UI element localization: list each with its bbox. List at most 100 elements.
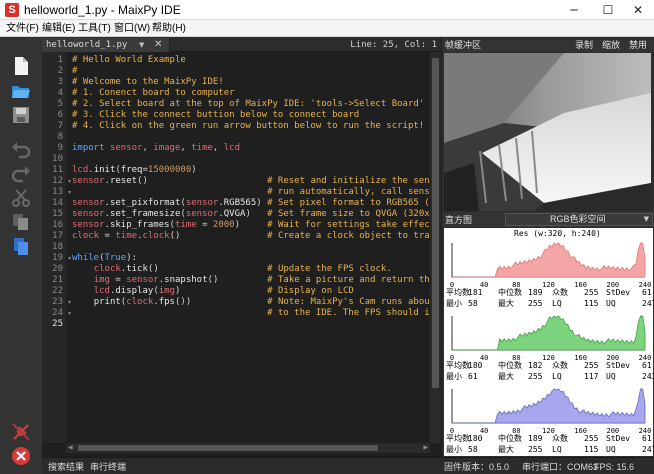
code-line[interactable]: clock.tick() # Update the FPS clock. (72, 264, 392, 275)
save-icon[interactable] (11, 105, 31, 125)
menu-edit[interactable]: 编辑(E) (42, 22, 75, 35)
line-number: 4 (57, 88, 63, 98)
line-number: 10 (52, 154, 63, 164)
paste-icon[interactable] (11, 236, 31, 256)
stat-lq: 117 (584, 372, 599, 381)
zoom-button[interactable]: 缩放 (602, 39, 620, 51)
connect-icon[interactable] (11, 422, 31, 442)
undo-icon[interactable] (11, 140, 31, 160)
menu-help[interactable]: 帮助(H) (152, 22, 186, 35)
code-line[interactable]: # to the IDE. The FPS should increase on… (72, 308, 429, 319)
stat-median-label: 中位数 (498, 361, 522, 370)
code-line[interactable]: sensor.set_pixformat(sensor.RGB565) # Se… (72, 198, 429, 209)
scroll-right-icon[interactable]: ▶ (423, 444, 428, 452)
stat-lq-label: LQ (552, 445, 562, 454)
code-line[interactable]: sensor.reset() # Reset and initialize th… (72, 176, 429, 187)
open-folder-icon[interactable] (11, 81, 31, 101)
stat-mean: 180 (468, 434, 483, 443)
copy-icon[interactable] (11, 212, 31, 232)
menu-tools[interactable]: 工具(T) (78, 22, 111, 35)
code-editor[interactable]: 1 2 3 4 5 6 7 8 9 10 11 12 13 14 15 16 17 18 19 20 21 22 23 24 2… (42, 52, 441, 457)
code-line[interactable]: # 1. Conenct board to computer (72, 88, 235, 99)
code-line[interactable]: img = sensor.snapshot() # Take a picture… (72, 275, 429, 286)
line-number: 11 (52, 165, 63, 175)
menu-file[interactable]: 文件(F) (6, 22, 39, 35)
ide-window: S helloworld_1.py - MaixPy IDE ─ ☐ ✕ 文件(… (0, 0, 654, 474)
search-results-tab[interactable]: 搜索结果 (48, 461, 84, 473)
histogram-chart: 0 40 80 120 160 200 240 (450, 315, 651, 362)
left-toolbar (0, 38, 42, 474)
code-line[interactable]: # 3. Click the connect buttion below to … (72, 110, 359, 121)
record-button[interactable]: 录制 (575, 39, 593, 51)
stat-median: 189 (528, 288, 543, 297)
horizontal-scrollbar-thumb[interactable] (78, 445, 378, 451)
stat-min-label: 最小 (446, 445, 462, 454)
code-line[interactable]: # run automatically, call sensor.run(0) … (72, 187, 429, 198)
stat-mean-label: 平均数 (446, 361, 470, 370)
tab-close-icon[interactable]: ✕ (154, 38, 162, 51)
line-number: 12 (52, 176, 63, 186)
status-bar: 搜索结果 串行终端 固件版本：0.5.0 串行端口：COM63 FPS: 15.… (42, 457, 654, 474)
vertical-scrollbar[interactable] (430, 52, 441, 443)
code-line[interactable]: while(True): (72, 253, 137, 264)
stat-mode: 255 (584, 288, 599, 297)
stat-mode-label: 众数 (552, 288, 568, 297)
code-line[interactable]: # 4. Click on the green run arrow button… (72, 121, 424, 132)
stat-min-label: 最小 (446, 372, 462, 381)
code-line[interactable]: # Welcome to the MaixPy IDE! (72, 77, 224, 88)
stat-stdev-label: StDev (606, 288, 631, 297)
minimize-button[interactable]: ─ (558, 0, 590, 20)
stat-median: 182 (528, 361, 543, 370)
stat-uq: 243 (642, 372, 654, 381)
code-line[interactable]: clock = time.clock() # Create a clock ob… (72, 231, 429, 242)
stat-mean: 180 (468, 361, 483, 370)
stat-min: 61 (468, 372, 478, 381)
editor-tab[interactable]: helloworld_1.py ▼ ✕ (42, 38, 170, 52)
line-number: 7 (57, 121, 63, 131)
line-number: 15 (52, 209, 63, 219)
title-bar: S helloworld_1.py - MaixPy IDE ─ ☐ ✕ (0, 0, 654, 20)
line-number: 13 (52, 187, 63, 197)
tab-dropdown-icon[interactable]: ▼ (139, 39, 144, 51)
code-line[interactable]: sensor.set_framesize(sensor.QVGA) # Set … (72, 209, 429, 220)
stop-icon[interactable] (11, 446, 31, 466)
cut-icon[interactable] (11, 188, 31, 208)
color-space-select[interactable]: RGB色彩空间 ▼ (505, 213, 653, 226)
code-line[interactable]: import sensor, image, time, lcd (72, 143, 240, 154)
stat-max-label: 最大 (498, 299, 514, 308)
stat-median-label: 中位数 (498, 434, 522, 443)
close-button[interactable]: ✕ (622, 0, 654, 20)
line-number: 9 (57, 143, 63, 153)
vertical-scrollbar-thumb[interactable] (432, 58, 439, 388)
line-number: 22 (52, 286, 63, 296)
code-line[interactable]: # 2. Select board at the top of MaixPy I… (72, 99, 424, 110)
cursor-position: Line: 25, Col: 1 (350, 40, 437, 50)
redo-icon[interactable] (11, 164, 31, 184)
code-line[interactable]: lcd.init(freq=15000000) (72, 165, 197, 176)
stat-stdev: 61 (642, 434, 652, 443)
histogram-chart: 0 40 80 120 160 200 240 (450, 242, 651, 289)
line-number: 8 (57, 132, 63, 142)
serial-terminal-tab[interactable]: 串行终端 (90, 461, 126, 473)
code-area[interactable]: # Hello World Example # # Welcome to the M… (72, 52, 429, 443)
app-logo-icon: S (5, 3, 19, 17)
line-number-gutter: 1 2 3 4 5 6 7 8 9 10 11 12 13 14 15 16 17 18 19 20 21 22 23 24 2… (42, 52, 66, 443)
stat-max: 255 (528, 299, 543, 308)
code-line[interactable]: sensor.skip_frames(time = 2000) # Wait f… (72, 220, 429, 231)
stat-min: 58 (468, 445, 478, 454)
stat-mean-label: 平均数 (446, 288, 470, 297)
disable-button[interactable]: 禁用 (629, 39, 647, 51)
menu-bar: 文件(F) 编辑(E) 工具(T) 窗口(W) 帮助(H) (0, 20, 654, 37)
menu-window[interactable]: 窗口(W) (114, 22, 150, 35)
code-line[interactable]: # Hello World Example (72, 55, 186, 66)
horizontal-scrollbar[interactable]: ◀ ▶ (66, 443, 430, 453)
code-line[interactable]: lcd.display(img) # Display on LCD (72, 286, 354, 297)
new-file-icon[interactable] (11, 56, 31, 76)
framebuffer-title: 帧缓冲区 (445, 40, 482, 50)
code-line[interactable]: # (72, 66, 77, 77)
scroll-left-icon[interactable]: ◀ (68, 444, 73, 452)
maximize-button[interactable]: ☐ (592, 0, 624, 20)
stat-uq: 247 (642, 299, 654, 308)
code-line[interactable]: print(clock.fps()) # Note: MaixPy's Cam … (72, 297, 429, 308)
stat-min: 58 (468, 299, 478, 308)
